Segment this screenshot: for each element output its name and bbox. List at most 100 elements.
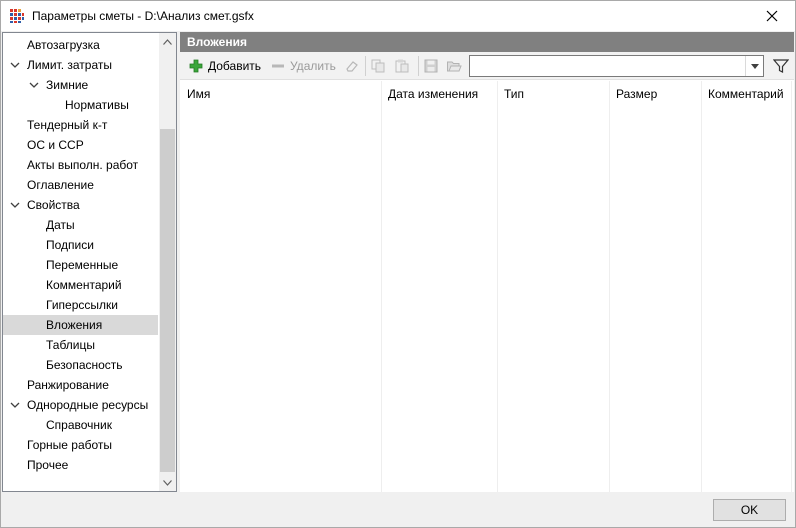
title-bar: Параметры сметы - D:\Анализ смет.gsfx [1,1,795,31]
toolbar: Добавить Удалить [180,52,794,80]
tree-item[interactable]: Зимние [3,75,158,95]
dialog-window: Параметры сметы - D:\Анализ смет.gsfx Ав… [0,0,796,528]
tree-item-label: Безопасность [46,358,123,372]
app-icon [9,8,25,24]
tree-item[interactable]: Комментарий [3,275,158,295]
window-title: Параметры сметы - D:\Анализ смет.gsfx [32,9,254,23]
tree-item[interactable]: Оглавление [3,175,158,195]
copy-button[interactable] [370,55,390,77]
tree-item-label: Гиперссылки [46,298,118,312]
column-divider[interactable] [381,81,382,492]
tree-item[interactable]: Тендерный к-т [3,115,158,135]
tree-item[interactable]: Даты [3,215,158,235]
tree-item[interactable]: Подписи [3,235,158,255]
chevron-down-icon[interactable] [10,201,20,209]
filter-combo[interactable] [469,55,764,77]
attachments-panel: Вложения Добавить Удалить Имя Дата измен… [180,32,794,492]
tree-item-label: ОС и ССР [27,138,84,152]
open-button[interactable] [446,55,466,77]
tree-item[interactable]: Свойства [3,195,158,215]
section-header: Вложения [180,32,794,52]
ok-button[interactable]: OK [713,499,786,521]
tree-item-label: Тендерный к-т [27,118,108,132]
tree-item-label: Прочее [27,458,69,472]
minus-icon [270,58,286,74]
filter-button[interactable] [770,55,792,77]
tree-item-label: Автозагрузка [27,38,100,52]
tree-item[interactable]: Лимит. затраты [3,55,158,75]
tree-item-label: Однородные ресурсы [27,398,149,412]
paste-button[interactable] [394,55,414,77]
delete-button-label: Удалить [290,59,336,73]
save-icon [423,58,439,74]
clear-button[interactable] [344,55,364,77]
chevron-down-icon[interactable] [10,401,20,409]
tree-item-label: Нормативы [65,98,129,112]
tree-item[interactable]: Переменные [3,255,158,275]
eraser-icon [344,58,360,74]
add-button-label: Добавить [208,59,262,73]
close-button[interactable] [749,1,795,31]
toolbar-separator [365,56,366,76]
tree-item[interactable]: Безопасность [3,355,158,375]
tree-item-label: Подписи [46,238,94,252]
tree-item-label: Зимние [46,78,89,92]
close-icon [766,10,778,22]
toolbar-separator [418,56,419,76]
column-header-size[interactable]: Размер [610,81,657,107]
save-button[interactable] [423,55,443,77]
tree-item-label: Ранжирование [27,378,109,392]
add-button[interactable]: Добавить [188,55,261,77]
tree-item-label: Лимит. затраты [27,58,112,72]
tree-item[interactable]: Таблицы [3,335,158,355]
dropdown-arrow-icon [750,63,759,69]
copy-icon [370,58,386,74]
scroll-thumb[interactable] [160,129,175,472]
tree-item[interactable]: Горные работы [3,435,158,455]
chevron-down-icon[interactable] [29,81,39,89]
tree-list: Автозагрузка Лимит. затраты Зимние Норматив… [3,33,158,491]
tree-item-label: Даты [46,218,75,232]
tree-item-label: Оглавление [27,178,94,192]
column-header-type[interactable]: Тип [498,81,524,107]
paste-icon [394,58,410,74]
tree-item[interactable]: Акты выполн. работ [3,155,158,175]
tree-item[interactable]: Вложения [3,315,158,335]
settings-tree: Автозагрузка Лимит. затраты Зимние Норматив… [2,32,177,492]
combo-dropdown-button[interactable] [745,56,763,76]
tree-item-label: Свойства [27,198,80,212]
tree-item-label: Справочник [46,418,112,432]
column-header-comment[interactable]: Комментарий [702,81,784,107]
column-header-name[interactable]: Имя [181,81,210,107]
chevron-up-icon [163,38,172,45]
tree-item[interactable]: Однородные ресурсы [3,395,158,415]
tree-item[interactable]: Гиперссылки [3,295,158,315]
plus-icon [188,58,204,74]
attachments-grid: Имя Дата изменения Тип Размер Комментари… [180,81,794,492]
tree-item-label: Переменные [46,258,119,272]
scroll-up-button[interactable] [159,33,176,50]
column-divider[interactable] [701,81,702,492]
filter-icon [773,59,789,73]
tree-item[interactable]: Прочее [3,455,158,475]
column-divider[interactable] [609,81,610,492]
folder-open-icon [446,58,462,74]
tree-item[interactable]: Справочник [3,415,158,435]
column-header-date[interactable]: Дата изменения [382,81,478,107]
scroll-down-button[interactable] [159,474,176,491]
chevron-down-icon [163,479,172,486]
tree-item-label: Таблицы [46,338,96,352]
delete-button[interactable]: Удалить [270,55,336,77]
tree-item[interactable]: Ранжирование [3,375,158,395]
tree-item[interactable]: Автозагрузка [3,35,158,55]
tree-item[interactable]: ОС и ССР [3,135,158,155]
tree-item-label: Вложения [46,318,103,332]
chevron-down-icon[interactable] [10,61,20,69]
tree-item[interactable]: Нормативы [3,95,158,115]
tree-item-label: Комментарий [46,278,122,292]
column-divider[interactable] [791,81,792,492]
tree-item-label: Горные работы [27,438,113,452]
column-divider[interactable] [497,81,498,492]
tree-scrollbar[interactable] [159,33,176,491]
tree-item-label: Акты выполн. работ [27,158,139,172]
